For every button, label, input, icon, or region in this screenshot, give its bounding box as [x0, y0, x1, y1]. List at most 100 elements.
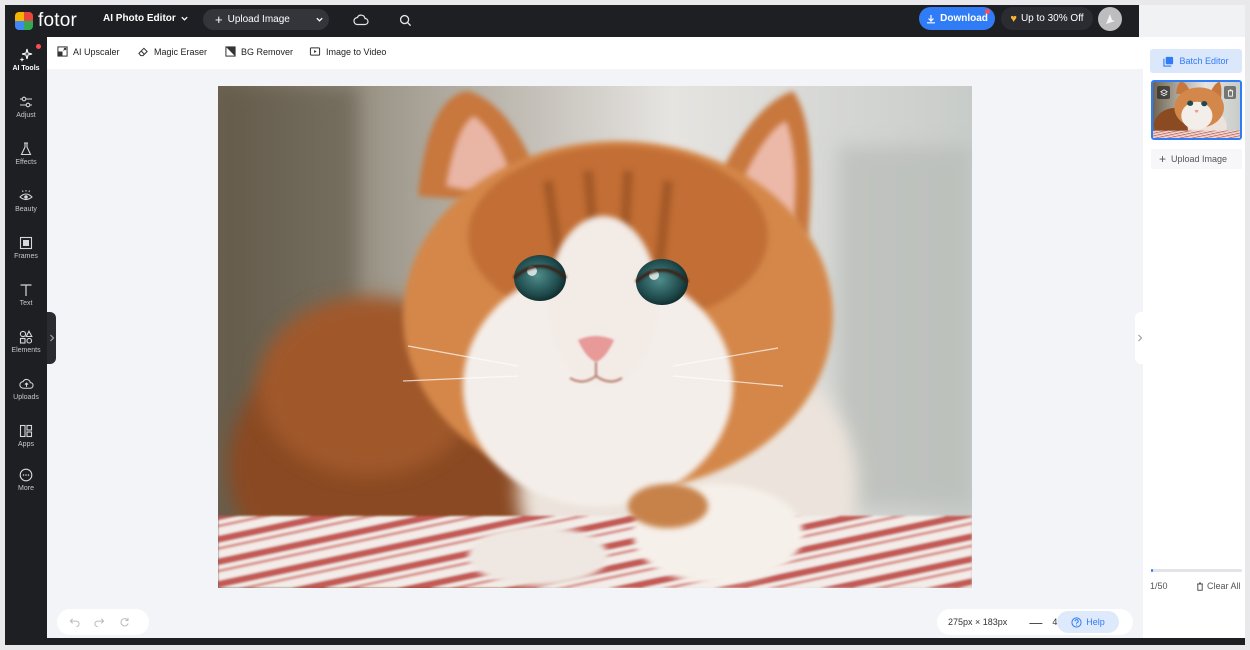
clear-all-label: Clear All	[1207, 581, 1241, 591]
help-icon	[1071, 616, 1082, 628]
reset-icon[interactable]	[119, 617, 130, 628]
sidebar-item-label: AI Tools	[12, 65, 40, 72]
sidebar-item-uploads[interactable]: Uploads	[5, 368, 47, 410]
fotor-logo[interactable]: fotor	[15, 10, 77, 32]
tool-magic-eraser[interactable]: Magic Eraser	[137, 46, 207, 57]
kitten-photo	[218, 86, 972, 588]
sidebar-item-label: Text	[19, 300, 33, 307]
batch-editor-button[interactable]: Batch Editor	[1150, 49, 1242, 73]
batch-icon	[1163, 56, 1174, 67]
plus-icon: +	[1159, 152, 1167, 166]
upload-image-main[interactable]: + Upload Image	[203, 9, 309, 30]
sidebar-item-label: More	[18, 485, 34, 492]
sidebar-item-elements[interactable]: Elements	[5, 321, 47, 363]
user-icon	[1106, 14, 1115, 24]
tool-image-to-video[interactable]: Image to Video	[309, 46, 386, 57]
topbar-right-area	[1139, 5, 1245, 37]
history-controls	[57, 609, 149, 635]
redo-icon[interactable]	[94, 617, 105, 627]
bg-remover-icon	[225, 46, 236, 57]
sliders-icon	[20, 96, 32, 108]
sidebar-item-label: Apps	[18, 441, 34, 448]
download-label: Download	[940, 13, 988, 24]
clear-all-button[interactable]: Clear All	[1196, 581, 1241, 591]
notification-dot	[36, 44, 41, 49]
trash-icon	[1197, 582, 1203, 591]
cloud-upload-icon	[18, 378, 34, 389]
tool-label: Image to Video	[326, 46, 387, 57]
video-icon	[309, 47, 321, 56]
batch-editor-label: Batch Editor	[1179, 56, 1229, 66]
canvas-photo[interactable]	[218, 86, 972, 588]
upload-image-label: Upload Image	[227, 14, 290, 25]
sidebar-item-apps[interactable]: Apps	[5, 415, 47, 457]
add-image-label: Upload Image	[1171, 154, 1228, 164]
add-image-button[interactable]: + Upload Image	[1151, 149, 1242, 169]
diamond-icon: ♥	[1010, 12, 1017, 25]
apps-icon	[19, 424, 33, 438]
sidebar-item-label: Effects	[15, 159, 37, 166]
upload-image-button[interactable]: + Upload Image	[203, 9, 329, 30]
sidebar-item-more[interactable]: More	[5, 459, 47, 501]
promo-button[interactable]: ♥ Up to 30% Off	[1001, 7, 1093, 30]
bottom-edge	[5, 638, 1245, 645]
sidebar-item-label: Frames	[14, 253, 38, 260]
left-sidebar: AI Tools Adjust Effects Beauty Frames Te…	[5, 37, 47, 645]
tool-ai-upscaler[interactable]: AI Upscaler	[57, 46, 120, 57]
sidebar-item-label: Adjust	[16, 112, 36, 119]
chevron-down-icon	[181, 16, 188, 21]
sidebar-item-text[interactable]: Text	[5, 274, 47, 316]
eraser-icon	[138, 47, 148, 57]
right-panel: Batch Editor + Upload Image 1/50 Clear A…	[1143, 37, 1245, 645]
sparkle-icon	[19, 48, 33, 62]
avatar[interactable]	[1098, 7, 1122, 31]
upscale-icon	[57, 46, 68, 57]
image-thumbnail[interactable]	[1151, 80, 1242, 140]
sidebar-item-label: Elements	[11, 347, 41, 354]
download-icon	[927, 14, 936, 23]
flask-icon	[20, 142, 32, 156]
trash-icon[interactable]	[1224, 86, 1236, 99]
fotor-logo-icon	[15, 12, 33, 30]
plus-icon: +	[215, 12, 223, 27]
sidebar-item-effects[interactable]: Effects	[5, 133, 47, 175]
sidebar-collapse-toggle[interactable]	[47, 312, 56, 364]
product-menu[interactable]: AI Photo Editor	[103, 13, 189, 24]
image-count-progress-fill	[1151, 569, 1153, 572]
search-button[interactable]	[396, 11, 414, 29]
cloud-icon	[353, 14, 369, 26]
shapes-icon	[19, 330, 33, 344]
sidebar-item-beauty[interactable]: Beauty	[5, 180, 47, 222]
tool-label: AI Upscaler	[73, 46, 120, 57]
upload-options-dropdown[interactable]	[309, 9, 329, 30]
more-icon	[19, 468, 33, 482]
frame-icon	[19, 236, 33, 250]
cloud-save-button[interactable]	[352, 11, 370, 29]
sidebar-item-adjust[interactable]: Adjust	[5, 86, 47, 128]
brand-name: fotor	[38, 10, 78, 31]
search-icon	[399, 14, 411, 26]
sidebar-item-label: Uploads	[13, 394, 39, 401]
zoom-out-button[interactable]: —	[1029, 615, 1042, 630]
canvas-size-readout: 275px × 183px	[948, 617, 1008, 627]
help-label: Help	[1086, 617, 1105, 627]
chevron-down-icon	[315, 17, 323, 22]
layers-icon[interactable]	[1157, 86, 1170, 99]
notification-dot	[985, 9, 990, 14]
text-icon	[20, 284, 32, 296]
chevron-right-icon	[1137, 334, 1142, 342]
help-button[interactable]: Help	[1057, 611, 1119, 633]
sidebar-item-frames[interactable]: Frames	[5, 227, 47, 269]
app-window: fotor AI Photo Editor + Upload Image Dow…	[5, 5, 1245, 645]
sidebar-item-ai-tools[interactable]: AI Tools	[5, 39, 47, 81]
sidebar-item-label: Beauty	[15, 206, 37, 213]
image-count: 1/50	[1150, 581, 1168, 591]
eye-icon	[19, 190, 33, 201]
undo-icon[interactable]	[69, 617, 80, 627]
top-bar: fotor AI Photo Editor + Upload Image Dow…	[5, 5, 1245, 37]
tool-bg-remover[interactable]: BG Remover	[225, 46, 293, 57]
quick-tools-bar: AI Upscaler Magic Eraser BG Remover Imag…	[47, 37, 1143, 69]
tool-label: BG Remover	[241, 46, 294, 57]
product-menu-label: AI Photo Editor	[103, 13, 176, 24]
download-button[interactable]: Download	[919, 7, 995, 30]
